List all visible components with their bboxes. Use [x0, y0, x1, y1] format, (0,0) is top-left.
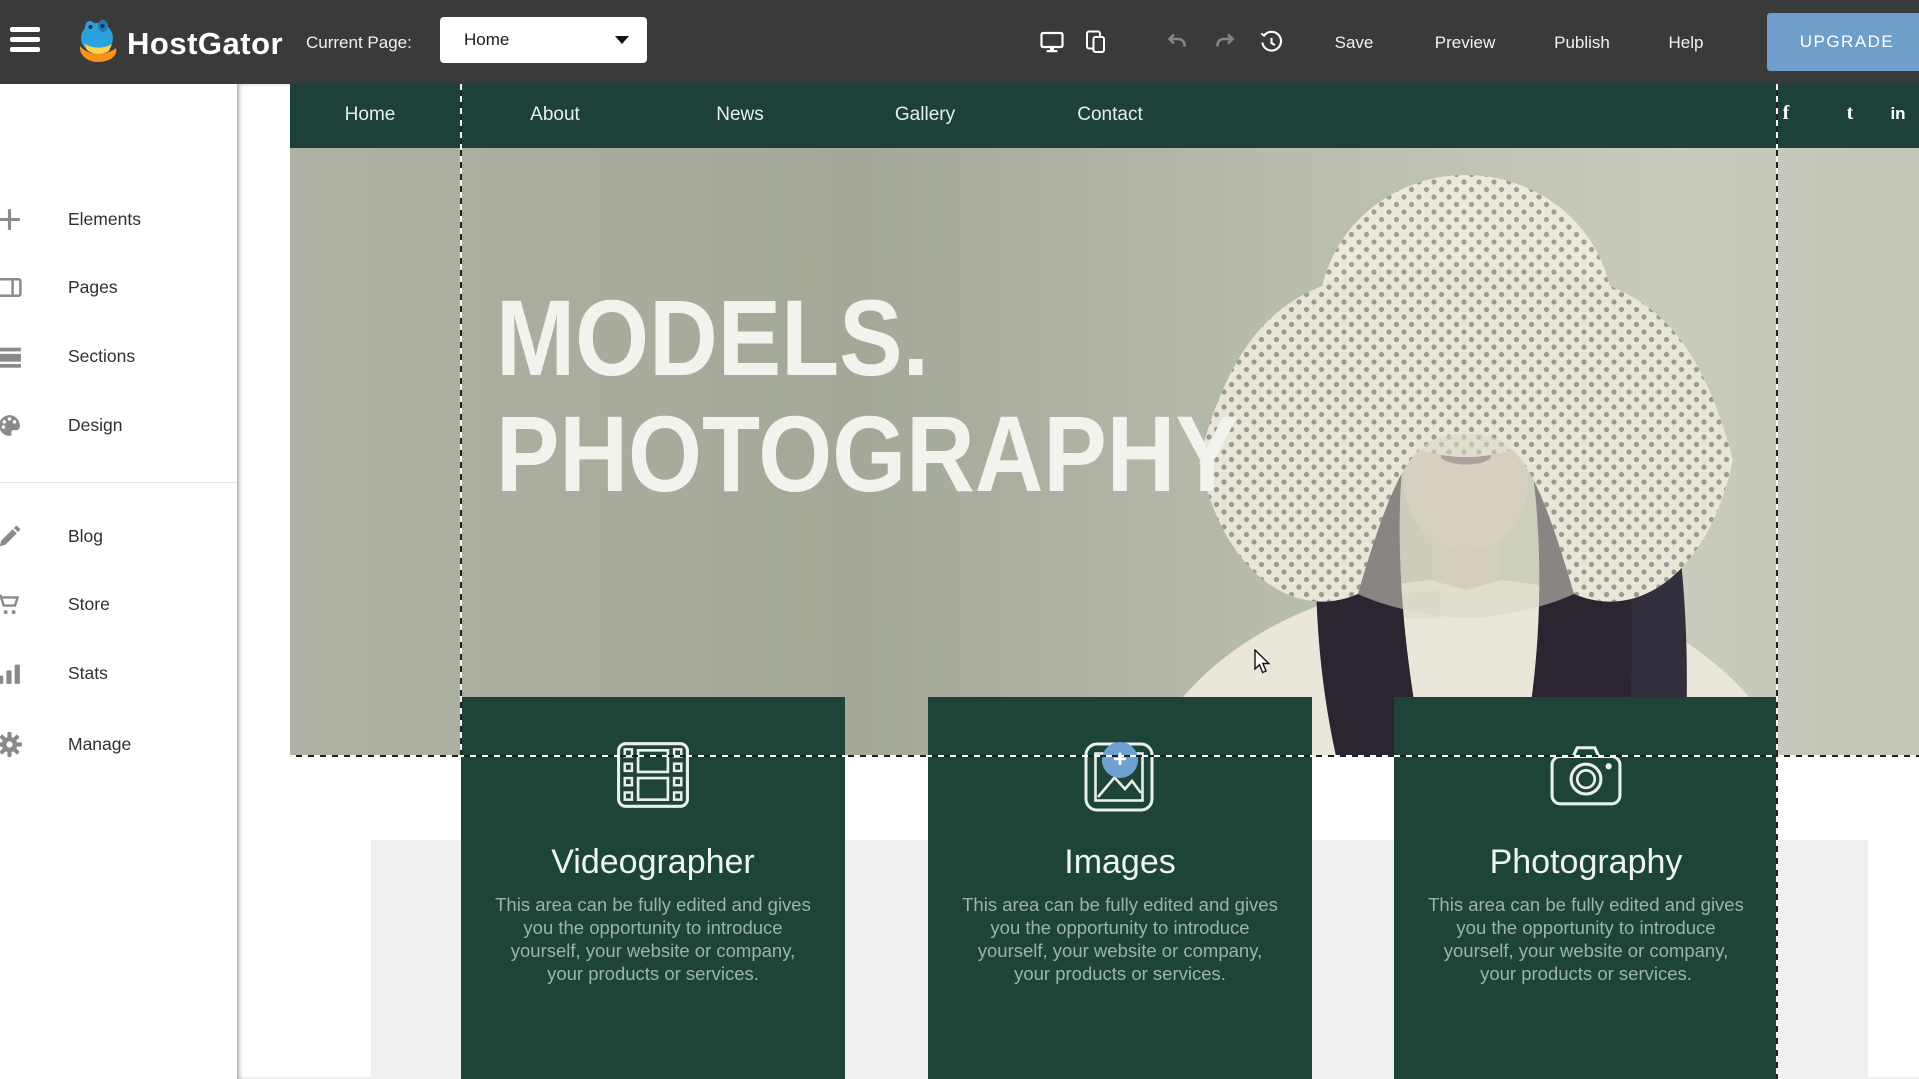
card-title[interactable]: Photography — [1394, 843, 1778, 882]
redo-icon[interactable] — [1213, 30, 1237, 54]
sidebar-label: Manage — [68, 734, 131, 755]
upgrade-button[interactable]: UPGRADE — [1767, 13, 1919, 71]
hero-heading[interactable]: MODELS. PHOTOGRAPHY — [496, 280, 1340, 512]
sidebar-divider — [0, 482, 237, 483]
section-outline-right — [1776, 84, 1778, 1079]
pencil-icon — [0, 523, 23, 550]
sidebar-label: Pages — [68, 277, 118, 298]
sidebar-label: Sections — [68, 346, 135, 367]
facebook-icon[interactable]: f — [1783, 102, 1790, 125]
sidebar-item-design[interactable]: Design — [0, 409, 237, 443]
camera-icon — [1549, 741, 1623, 811]
card-body[interactable]: This area can be fully edited and gives … — [495, 893, 811, 985]
sidebar-item-manage[interactable]: Manage — [0, 728, 237, 762]
undo-icon[interactable] — [1165, 30, 1189, 54]
image-plus-icon: + — [1083, 741, 1157, 811]
sidebar-label: Blog — [68, 526, 103, 547]
mobile-preview-icon[interactable] — [1084, 30, 1108, 54]
stats-icon — [0, 660, 23, 687]
save-button[interactable]: Save — [1335, 33, 1374, 53]
site-page: Home About News Gallery Contact f t in — [290, 84, 1919, 1079]
page-dropdown[interactable]: Home — [440, 17, 647, 63]
site-nav-news[interactable]: News — [716, 104, 764, 126]
publish-button[interactable]: Publish — [1554, 33, 1610, 53]
sidebar-item-elements[interactable]: Elements — [0, 203, 237, 237]
sidebar-item-store[interactable]: Store — [0, 588, 237, 622]
history-icon[interactable] — [1259, 30, 1283, 54]
sidebar-item-stats[interactable]: Stats — [0, 657, 237, 691]
pages-icon — [0, 274, 23, 301]
palette-icon — [0, 412, 23, 439]
current-page-label: Current Page: — [306, 33, 412, 53]
twitter-icon[interactable]: t — [1847, 102, 1854, 125]
card-title[interactable]: Videographer — [461, 843, 845, 882]
hero-heading-line2: PHOTOGRAPHY — [496, 396, 1239, 512]
site-nav-about[interactable]: About — [530, 104, 580, 126]
hero-section[interactable]: MODELS. PHOTOGRAPHY — [290, 148, 1919, 756]
film-icon — [616, 741, 690, 811]
site-nav-home[interactable]: Home — [345, 104, 396, 126]
sidebar-label: Design — [68, 415, 122, 436]
section-outline-bottom — [290, 755, 1919, 757]
mouse-cursor — [1254, 649, 1272, 680]
section-outline-left — [460, 84, 462, 756]
help-button[interactable]: Help — [1669, 33, 1704, 53]
site-nav-contact[interactable]: Contact — [1077, 104, 1142, 126]
hostgator-logo: HostGator — [76, 18, 283, 69]
sidebar-label: Stats — [68, 663, 108, 684]
cart-icon — [0, 591, 23, 618]
plus-icon — [0, 206, 23, 233]
add-image-badge-icon[interactable]: + — [1102, 742, 1138, 778]
sidebar-label: Store — [68, 594, 110, 615]
desktop-preview-icon[interactable] — [1040, 30, 1064, 54]
gator-mascot-icon — [76, 18, 120, 69]
page-dropdown-value: Home — [464, 30, 615, 50]
brand-text: HostGator — [127, 26, 283, 62]
sidebar-item-sections[interactable]: Sections — [0, 340, 237, 374]
sidebar-item-blog[interactable]: Blog — [0, 520, 237, 554]
preview-button[interactable]: Preview — [1435, 33, 1495, 53]
hero-heading-line1: MODELS. — [496, 280, 1239, 396]
sections-icon — [0, 343, 23, 370]
editor-toolbar: HostGator Current Page: Home — [0, 0, 1919, 84]
site-nav-bar[interactable]: Home About News Gallery Contact f t in — [290, 84, 1919, 148]
gear-icon — [0, 731, 23, 758]
builder-sidebar: Elements Pages Sections Design — [0, 84, 237, 1079]
card-body[interactable]: This area can be fully edited and gives … — [962, 893, 1278, 985]
linkedin-icon[interactable]: in — [1890, 104, 1905, 124]
card-body[interactable]: This area can be fully edited and gives … — [1428, 893, 1744, 985]
site-nav-gallery[interactable]: Gallery — [895, 104, 955, 126]
sidebar-item-pages[interactable]: Pages — [0, 271, 237, 305]
chevron-down-icon — [615, 36, 629, 44]
editor-canvas: Home About News Gallery Contact f t in — [237, 84, 1919, 1079]
hamburger-menu-icon[interactable] — [10, 27, 42, 57]
sidebar-label: Elements — [68, 209, 141, 230]
card-title[interactable]: Images — [928, 843, 1312, 882]
